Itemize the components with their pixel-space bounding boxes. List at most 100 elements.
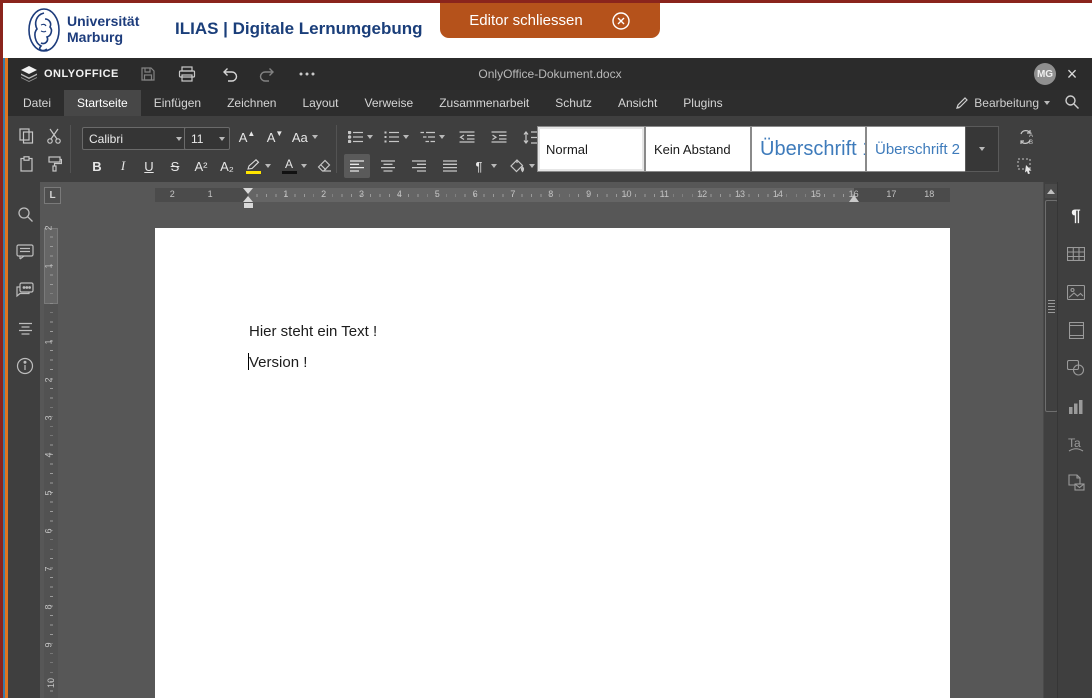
pilcrow-icon: ¶ (1071, 206, 1080, 226)
paste-button[interactable] (13, 152, 39, 176)
chevron-down-icon (491, 164, 497, 168)
more-actions-button[interactable] (296, 64, 318, 84)
tab-startseite[interactable]: Startseite (64, 90, 141, 116)
chevron-down-icon (439, 135, 445, 139)
ruler-number: 13 (735, 189, 745, 199)
search-button[interactable] (1064, 94, 1082, 112)
undo-button[interactable] (218, 64, 240, 84)
header-footer-settings-button[interactable] (1064, 318, 1088, 342)
chevron-down-icon (979, 147, 985, 151)
shape-settings-button[interactable] (1064, 356, 1088, 380)
ruler-number: 1 (283, 189, 288, 199)
select-all-button[interactable] (1012, 154, 1038, 178)
style-item-normal[interactable]: Normal (537, 126, 645, 172)
strikethrough-button[interactable]: S (162, 154, 188, 178)
editor-header: ONLYOFFICE OnlyOffice-Doku (8, 58, 1092, 90)
subscript-button[interactable]: A₂ (214, 154, 240, 178)
decrease-font-button[interactable]: A▼ (262, 125, 288, 149)
decrease-indent-button[interactable] (454, 125, 480, 149)
tab-zusammenarbeit[interactable]: Zusammenarbeit (426, 90, 542, 116)
numbered-list-dropdown[interactable] (400, 125, 412, 149)
increase-indent-button[interactable] (486, 125, 512, 149)
redo-button[interactable] (256, 64, 278, 84)
change-case-button[interactable]: Aa (288, 125, 322, 149)
tab-ansicht[interactable]: Ansicht (605, 90, 670, 116)
align-center-icon (381, 160, 395, 172)
highlight-color-dropdown[interactable] (262, 154, 274, 178)
bold-button[interactable]: B (84, 154, 110, 178)
editing-mode-selector[interactable]: Bearbeitung (955, 90, 1050, 116)
toolbar-separator (336, 125, 337, 173)
ilias-app-title: ILIAS | Digitale Lernumgebung (175, 19, 423, 39)
ruler-number: 14 (773, 189, 783, 199)
cut-button[interactable] (41, 124, 67, 148)
show-paragraph-marks-button[interactable]: ¶ (470, 154, 488, 178)
multilevel-list-dropdown[interactable] (436, 125, 448, 149)
change-case-label: Aa (292, 130, 308, 145)
align-left-button[interactable] (344, 154, 370, 178)
tab-stop-selector[interactable]: L (44, 187, 61, 204)
sidebar-search-button[interactable] (13, 202, 37, 226)
chart-settings-button[interactable] (1064, 394, 1088, 418)
user-avatar[interactable]: MG (1034, 63, 1056, 85)
onlyoffice-logo-icon (20, 66, 38, 82)
horizontal-ruler[interactable]: 21123456789101112131415161718 (155, 188, 950, 202)
editor-close-icon[interactable]: × (1060, 62, 1084, 86)
font-color-dropdown[interactable] (298, 154, 310, 178)
ruler-number: 9 (44, 642, 54, 647)
tab-einfügen[interactable]: Einfügen (141, 90, 214, 116)
strikethrough-label: S (171, 159, 180, 174)
tab-layout[interactable]: Layout (289, 90, 351, 116)
tab-plugins[interactable]: Plugins (670, 90, 735, 116)
align-justify-button[interactable] (437, 154, 463, 178)
increase-font-button[interactable]: A▲ (234, 125, 260, 149)
style-item-überschrift-2[interactable]: Überschrift 2 (866, 126, 967, 172)
style-item-kein-abstand[interactable]: Kein Abstand (645, 126, 751, 172)
find-replace-button[interactable]: A B (1012, 125, 1038, 149)
paragraph-marks-dropdown[interactable] (488, 154, 500, 178)
paragraph-settings-button[interactable]: ¶ (1064, 204, 1088, 228)
image-settings-button[interactable] (1064, 280, 1088, 304)
underline-button[interactable]: U (136, 154, 162, 178)
bullet-list-dropdown[interactable] (364, 125, 376, 149)
copy-button[interactable] (13, 124, 39, 148)
tab-datei[interactable]: Datei (10, 90, 64, 116)
sidebar-chat-button[interactable] (13, 278, 37, 302)
italic-button[interactable]: I (110, 154, 136, 178)
vertical-scrollbar[interactable] (1043, 182, 1058, 698)
save-button[interactable] (137, 64, 159, 84)
sidebar-navigation-button[interactable] (13, 316, 37, 340)
tab-schutz[interactable]: Schutz (542, 90, 605, 116)
svg-text:Ta: Ta (1068, 436, 1081, 450)
close-editor-button[interactable]: Editor schliessen (440, 3, 660, 38)
style-item-überschrift-1[interactable]: Überschrift 1 (751, 126, 866, 172)
superscript-label: A² (195, 159, 208, 174)
editing-mode-label: Bearbeitung (974, 96, 1039, 110)
document-page[interactable]: Hier steht ein Text ! Version ! (155, 228, 950, 698)
tab-zeichnen[interactable]: Zeichnen (214, 90, 289, 116)
styles-gallery-expand-button[interactable] (965, 126, 999, 172)
pilcrow-label: ¶ (476, 159, 483, 174)
sidebar-about-button[interactable] (13, 354, 37, 378)
right-indent-marker[interactable] (849, 195, 859, 202)
format-painter-button[interactable] (41, 152, 67, 176)
table-settings-button[interactable] (1064, 242, 1088, 266)
university-name-line2: Marburg (67, 29, 139, 45)
document-title: OnlyOffice-Dokument.docx (8, 67, 1092, 81)
tab-verweise[interactable]: Verweise (352, 90, 427, 116)
font-name-select[interactable]: Calibri (82, 127, 187, 150)
superscript-button[interactable]: A² (188, 154, 214, 178)
left-indent-marker[interactable] (243, 202, 254, 209)
print-button[interactable] (176, 64, 198, 84)
align-center-button[interactable] (375, 154, 401, 178)
sidebar-comments-button[interactable] (13, 240, 37, 264)
vertical-ruler[interactable]: 2112345678910 (44, 228, 58, 698)
align-right-button[interactable] (406, 154, 432, 178)
font-size-select[interactable]: 11 (184, 127, 230, 150)
text-art-settings-button[interactable]: Ta (1064, 432, 1088, 456)
first-line-indent-marker[interactable] (243, 188, 253, 194)
clear-formatting-button[interactable] (312, 154, 338, 178)
align-right-icon (412, 160, 426, 172)
scroll-up-button[interactable] (1045, 184, 1057, 198)
mail-merge-settings-button[interactable] (1064, 470, 1088, 494)
